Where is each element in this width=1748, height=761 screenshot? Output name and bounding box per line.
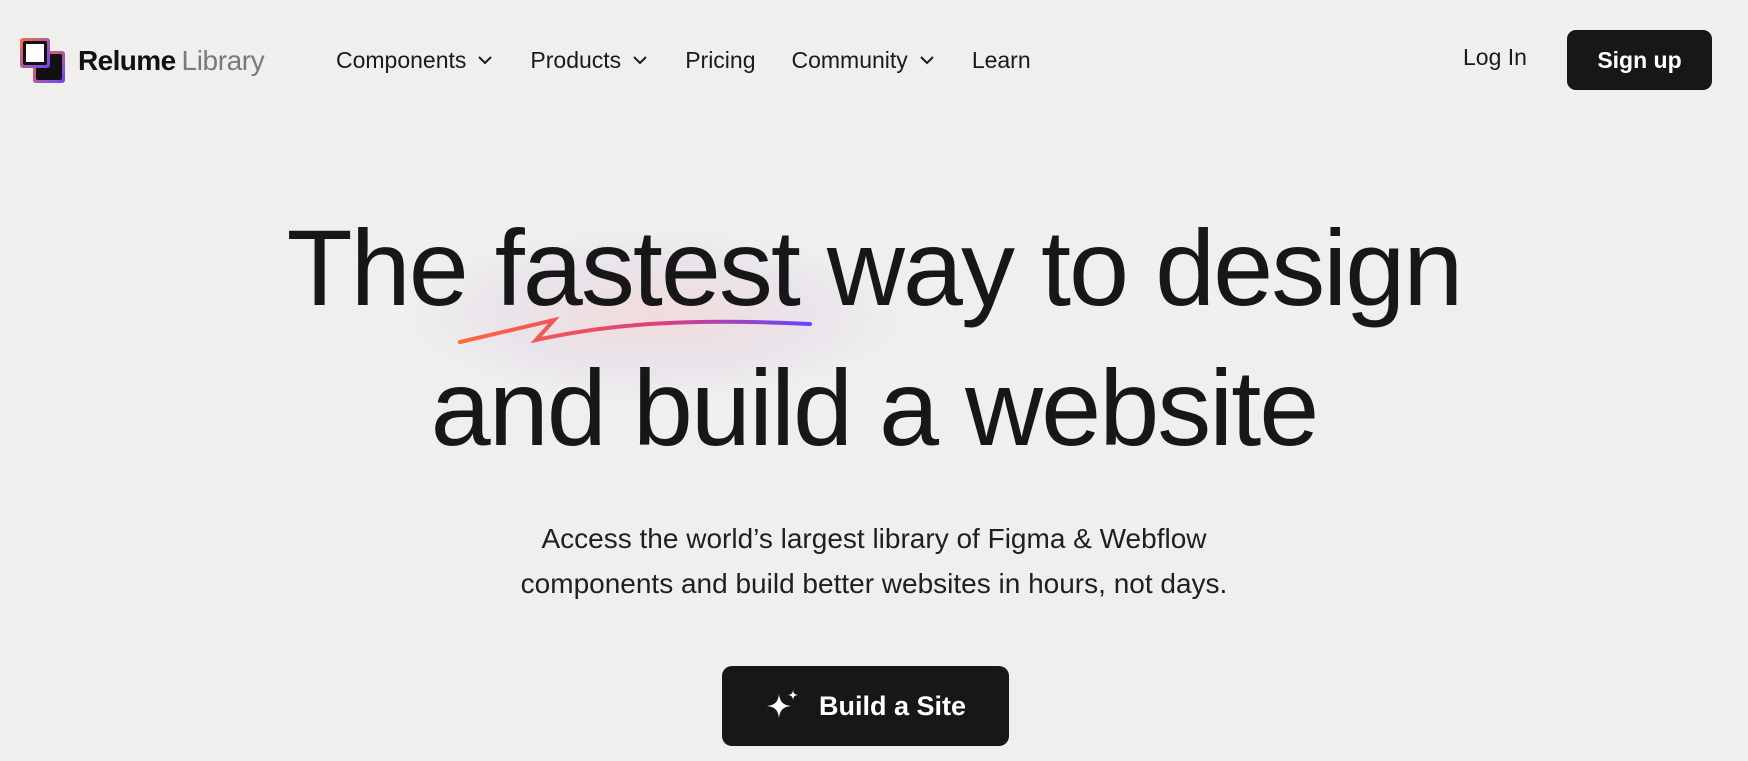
chevron-down-icon bbox=[633, 56, 647, 65]
chevron-down-icon bbox=[478, 56, 493, 65]
subtext-line-1: Access the world’s largest library of Fi… bbox=[541, 523, 1207, 554]
nav-item-components[interactable]: Components bbox=[336, 47, 494, 74]
headline-line-2: and build a website bbox=[430, 347, 1320, 468]
underline-squiggle bbox=[458, 316, 812, 344]
build-site-label: Build a Site bbox=[818, 690, 967, 721]
nav-item-products[interactable]: Products bbox=[530, 47, 649, 74]
headline-line-1: The fastest way to design bbox=[286, 207, 1464, 328]
main-menu: Components Products Pricing Community Le… bbox=[336, 42, 1067, 78]
nav-item-learn[interactable]: Learn bbox=[972, 47, 1031, 74]
logo-link[interactable]: Relume Library bbox=[18, 36, 265, 86]
login-link[interactable]: Log In bbox=[1463, 44, 1527, 71]
top-navigation: Relume Library Components Products Prici… bbox=[0, 0, 1748, 120]
chevron-down-icon bbox=[920, 56, 934, 65]
hero-headline: The fastest way to design and build a we… bbox=[0, 198, 1748, 478]
nav-item-label: Learn bbox=[971, 46, 1031, 73]
subtext-line-2: components and build better websites in … bbox=[520, 568, 1228, 599]
page: Relume Library Components Products Prici… bbox=[0, 0, 1748, 761]
nav-item-pricing[interactable]: Pricing bbox=[685, 47, 755, 74]
nav-item-label: Products bbox=[530, 46, 622, 73]
build-site-button[interactable]: Build a Site bbox=[722, 666, 1009, 746]
logo-wordmark-secondary: Library bbox=[181, 45, 265, 76]
hero-subtext: Access the world’s largest library of Fi… bbox=[0, 516, 1748, 606]
nav-item-community[interactable]: Community bbox=[792, 47, 936, 74]
sparkle-icon bbox=[766, 690, 798, 718]
nav-item-label: Community bbox=[791, 46, 908, 73]
relume-logo-icon bbox=[20, 38, 65, 83]
nav-item-label: Components bbox=[336, 46, 467, 73]
logo-wordmark-primary: Relume bbox=[78, 45, 176, 76]
nav-item-label: Pricing bbox=[685, 46, 756, 73]
signup-button[interactable]: Sign up bbox=[1567, 30, 1712, 90]
